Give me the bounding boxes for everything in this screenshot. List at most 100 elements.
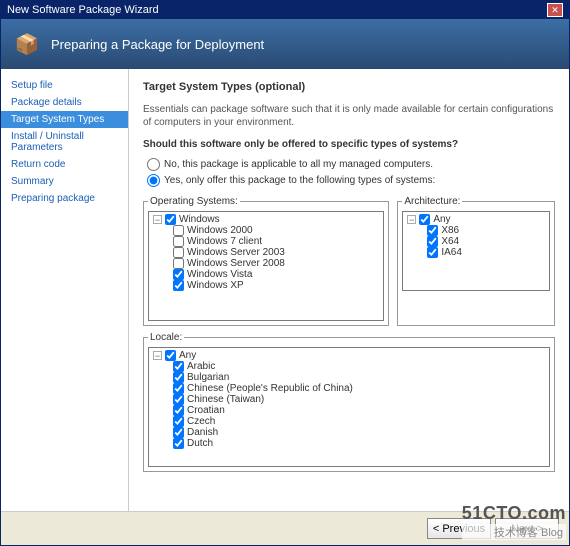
os-legend: Operating Systems:: [148, 196, 240, 207]
radio-yes-label: Yes, only offer this package to the foll…: [164, 175, 435, 186]
sidebar-item-setup-file[interactable]: Setup file: [1, 77, 128, 94]
sidebar-item-package-details[interactable]: Package details: [1, 94, 128, 111]
question-text: Should this software only be offered to …: [143, 139, 555, 150]
locale-tree-item[interactable]: Chinese (Taiwan): [151, 394, 547, 405]
os-tree-item[interactable]: Windows Vista: [151, 269, 381, 280]
arch-legend: Architecture:: [402, 196, 462, 207]
next-button[interactable]: Next >: [495, 518, 559, 539]
locale-tree-root[interactable]: − Any: [151, 350, 547, 361]
banner-title: Preparing a Package for Deployment: [51, 37, 264, 52]
arch-tree[interactable]: − Any X86 X64 IA64: [402, 211, 550, 291]
arch-item-label: IA64: [441, 247, 462, 258]
locale-item-label: Chinese (People's Republic of China): [187, 383, 353, 394]
arch-tree-item[interactable]: IA64: [405, 247, 547, 258]
window-title: New Software Package Wizard: [7, 4, 159, 16]
radio-no-input[interactable]: [147, 158, 160, 171]
close-button[interactable]: ✕: [547, 3, 563, 17]
locale-item-label: Dutch: [187, 438, 213, 449]
os-checkbox[interactable]: [173, 269, 184, 280]
sidebar-item-install-uninstall[interactable]: Install / Uninstall Parameters: [1, 128, 128, 156]
sidebar-item-return-code[interactable]: Return code: [1, 156, 128, 173]
arch-checkbox[interactable]: [427, 236, 438, 247]
os-checkbox[interactable]: [173, 236, 184, 247]
page-title: Target System Types (optional): [143, 81, 555, 93]
locale-tree-item[interactable]: Chinese (People's Republic of China): [151, 383, 547, 394]
arch-tree-item[interactable]: X86: [405, 225, 547, 236]
locale-item-label: Danish: [187, 427, 218, 438]
radio-yes-input[interactable]: [147, 174, 160, 187]
collapse-icon[interactable]: −: [407, 215, 416, 224]
locale-fieldset: Locale: − Any Arabic Bulgarian Chinese (…: [143, 332, 555, 472]
os-tree-item[interactable]: Windows Server 2008: [151, 258, 381, 269]
main-panel: Target System Types (optional) Essential…: [129, 69, 569, 511]
collapse-icon[interactable]: −: [153, 351, 162, 360]
os-fieldset: Operating Systems: − Windows Windows 200…: [143, 196, 389, 326]
os-checkbox[interactable]: [173, 258, 184, 269]
locale-tree-item[interactable]: Bulgarian: [151, 372, 547, 383]
os-checkbox[interactable]: [173, 225, 184, 236]
sidebar: Setup file Package details Target System…: [1, 69, 129, 511]
locale-item-label: Chinese (Taiwan): [187, 394, 264, 405]
radio-no-label: No, this package is applicable to all my…: [164, 159, 433, 170]
locale-tree-item[interactable]: Croatian: [151, 405, 547, 416]
os-root-checkbox[interactable]: [165, 214, 176, 225]
locale-tree-item[interactable]: Danish: [151, 427, 547, 438]
os-item-label: Windows Server 2003: [187, 247, 285, 258]
button-row: < Previous Next >: [1, 511, 569, 545]
radio-no[interactable]: No, this package is applicable to all my…: [147, 158, 555, 171]
arch-checkbox[interactable]: [427, 225, 438, 236]
locale-tree-item[interactable]: Arabic: [151, 361, 547, 372]
locale-checkbox[interactable]: [173, 383, 184, 394]
body: Setup file Package details Target System…: [1, 69, 569, 511]
locale-checkbox[interactable]: [173, 416, 184, 427]
sidebar-item-preparing-package[interactable]: Preparing package: [1, 190, 128, 207]
os-tree-item[interactable]: Windows Server 2003: [151, 247, 381, 258]
radio-yes[interactable]: Yes, only offer this package to the foll…: [147, 174, 555, 187]
locale-root-label: Any: [179, 350, 196, 361]
locale-tree-item[interactable]: Dutch: [151, 438, 547, 449]
locale-checkbox[interactable]: [173, 438, 184, 449]
description-text: Essentials can package software such tha…: [143, 103, 555, 129]
os-item-label: Windows Vista: [187, 269, 252, 280]
locale-root-checkbox[interactable]: [165, 350, 176, 361]
wizard-window: New Software Package Wizard ✕ 📦 Preparin…: [0, 0, 570, 546]
arch-fieldset: Architecture: − Any X86 X64 IA64: [397, 196, 555, 326]
locale-checkbox[interactable]: [173, 372, 184, 383]
os-item-label: Windows 2000: [187, 225, 253, 236]
locale-checkbox[interactable]: [173, 361, 184, 372]
locale-item-label: Bulgarian: [187, 372, 229, 383]
locale-checkbox[interactable]: [173, 427, 184, 438]
os-tree-item[interactable]: Windows 7 client: [151, 236, 381, 247]
os-checkbox[interactable]: [173, 247, 184, 258]
locale-item-label: Czech: [187, 416, 215, 427]
collapse-icon[interactable]: −: [153, 215, 162, 224]
sidebar-item-summary[interactable]: Summary: [1, 173, 128, 190]
arch-checkbox[interactable]: [427, 247, 438, 258]
os-tree-item[interactable]: Windows 2000: [151, 225, 381, 236]
os-tree-item[interactable]: Windows XP: [151, 280, 381, 291]
locale-tree-item[interactable]: Czech: [151, 416, 547, 427]
locale-legend: Locale:: [148, 332, 184, 343]
locale-checkbox[interactable]: [173, 394, 184, 405]
os-tree-root[interactable]: − Windows: [151, 214, 381, 225]
banner: 📦 Preparing a Package for Deployment: [1, 19, 569, 69]
titlebar: New Software Package Wizard ✕: [1, 1, 569, 19]
previous-button[interactable]: < Previous: [427, 518, 491, 539]
locale-item-label: Arabic: [187, 361, 215, 372]
arch-tree-root[interactable]: − Any: [405, 214, 547, 225]
sidebar-item-target-system-types[interactable]: Target System Types: [1, 111, 128, 128]
locale-checkbox[interactable]: [173, 405, 184, 416]
os-checkbox[interactable]: [173, 280, 184, 291]
locale-item-label: Croatian: [187, 405, 225, 416]
arch-item-label: X64: [441, 236, 459, 247]
os-item-label: Windows XP: [187, 280, 244, 291]
arch-root-label: Any: [433, 214, 450, 225]
os-item-label: Windows Server 2008: [187, 258, 285, 269]
arch-root-checkbox[interactable]: [419, 214, 430, 225]
os-root-label: Windows: [179, 214, 220, 225]
os-tree[interactable]: − Windows Windows 2000 Windows 7 client …: [148, 211, 384, 321]
locale-tree[interactable]: − Any Arabic Bulgarian Chinese (People's…: [148, 347, 550, 467]
arch-tree-item[interactable]: X64: [405, 236, 547, 247]
arch-item-label: X86: [441, 225, 459, 236]
package-icon: 📦: [13, 30, 41, 58]
